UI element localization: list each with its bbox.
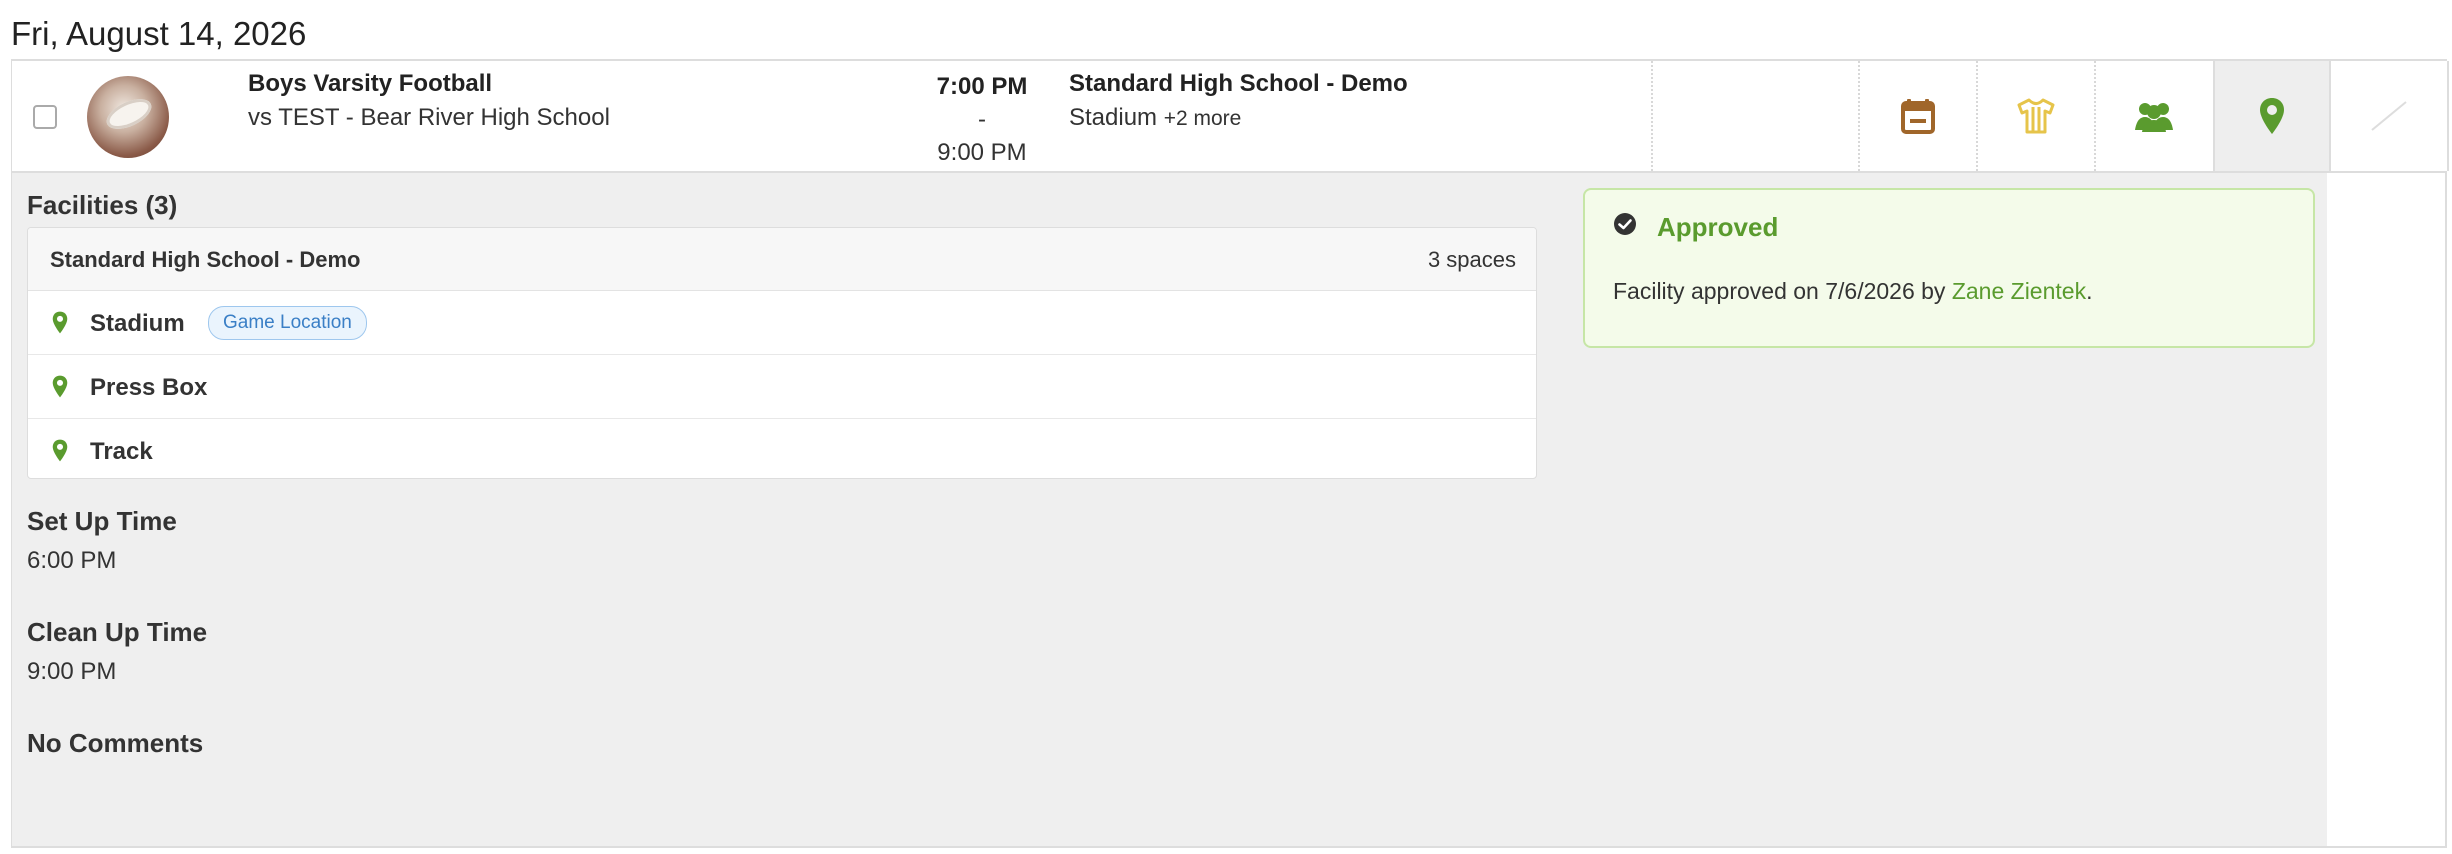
calendar-icon [1901, 99, 1935, 134]
team-icon [2135, 103, 2173, 132]
setup-time-heading: Set Up Time [27, 506, 177, 536]
facility-name: Track [90, 438, 153, 465]
facility-name: Stadium [90, 310, 185, 337]
cleanup-time-value: 9:00 PM [27, 658, 117, 685]
location-title: Standard High School - Demo [1069, 70, 1408, 97]
check-circle-icon [1614, 213, 1636, 235]
event-title[interactable]: Boys Varsity Football [248, 70, 492, 98]
details-right-gutter [2327, 173, 2447, 848]
facility-item: Press Box [28, 355, 1536, 419]
facility-name: Press Box [90, 374, 208, 401]
facilities-list: Standard High School - Demo 3 spaces Sta… [27, 227, 1537, 479]
approver-link[interactable]: Zane Zientek [1952, 278, 2086, 304]
disabled-action-button[interactable] [2331, 61, 2449, 171]
approval-message-text: Facility approved on 7/6/2026 by [1613, 278, 1952, 304]
time-start: 7:00 PM [936, 73, 1028, 100]
jersey-icon [2017, 98, 2055, 134]
map-pin-icon [52, 375, 68, 398]
location-subtitle: Stadium +2 more [1069, 104, 1241, 132]
school-name: Standard High School - Demo [50, 247, 361, 272]
date-header: Fri, August 14, 2026 [11, 15, 307, 52]
map-pin-icon [2260, 98, 2284, 134]
map-pin-icon [52, 439, 68, 462]
approval-status-box: Approved Facility approved on 7/6/2026 b… [1583, 188, 2315, 348]
event-row[interactable]: Boys Varsity Football vs TEST - Bear Riv… [11, 59, 2449, 173]
event-time: 7:00 PM - 9:00 PM [912, 70, 1052, 169]
facility-item: Stadium Game Location [28, 291, 1536, 355]
facilities-button[interactable] [2213, 61, 2331, 171]
team-button[interactable] [2095, 61, 2213, 171]
cleanup-time-heading: Clean Up Time [27, 617, 208, 647]
uniform-button[interactable] [1977, 61, 2095, 171]
setup-time-value: 6:00 PM [27, 547, 117, 574]
column-divider [1651, 61, 1653, 171]
event-avatar [87, 76, 169, 158]
approval-message: Facility approved on 7/6/2026 by Zane Zi… [1613, 278, 2092, 305]
approval-message-end: . [2086, 278, 2093, 304]
location-primary: Stadium [1069, 104, 1158, 131]
spaces-count: 3 spaces [1427, 247, 1516, 272]
time-separator: - [978, 106, 986, 133]
slash-icon [2371, 101, 2407, 131]
select-checkbox[interactable] [33, 105, 57, 129]
facility-item: Track [28, 419, 1536, 478]
map-pin-icon [52, 311, 68, 334]
time-end: 9:00 PM [937, 139, 1027, 166]
comments-heading: No Comments [27, 728, 204, 758]
facilities-heading: Facilities (3) [27, 190, 178, 220]
calendar-button[interactable] [1859, 61, 1977, 171]
location-more-link[interactable]: +2 more [1164, 107, 1242, 130]
approval-status: Approved [1657, 212, 1779, 242]
event-opponent: vs TEST - Bear River High School [248, 104, 610, 131]
game-location-badge: Game Location [208, 306, 367, 340]
event-details-panel: Facilities (3) Standard High School - De… [11, 173, 2327, 848]
facility-school-header: Standard High School - Demo 3 spaces [28, 228, 1536, 291]
